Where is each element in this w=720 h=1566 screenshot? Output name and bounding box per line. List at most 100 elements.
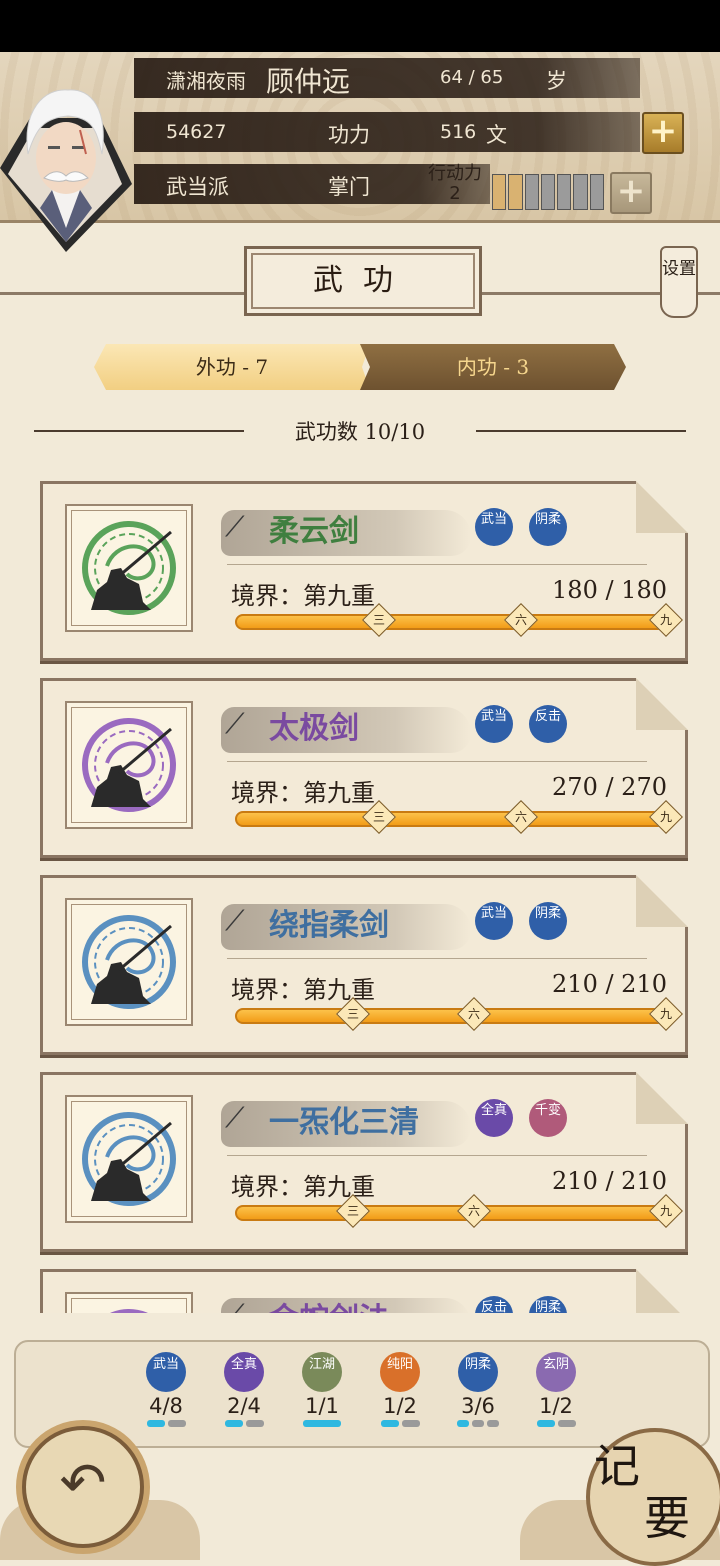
realm-marker: 六	[504, 800, 539, 834]
card-corner-fold	[636, 1269, 688, 1313]
skill-realm: 境界：第九重	[231, 582, 375, 610]
faction-badge-icon: 江湖	[302, 1352, 342, 1392]
sword-icon: ⟋	[225, 1298, 245, 1313]
realm-marker: 六	[456, 1194, 491, 1228]
skill-progress-text: 210 / 210	[552, 970, 667, 998]
skill-tag-badge: 反击	[529, 705, 567, 743]
sword-icon: ⟋	[225, 707, 245, 740]
skill-card[interactable]: ⟋ 绕指柔剑 武当 阴柔 境界：第九重 210 / 210 三六九	[40, 875, 688, 1055]
stamina-segment	[540, 174, 556, 210]
skill-card[interactable]: ⟋ 金蛇剑法 反击阴柔	[40, 1269, 688, 1313]
stamina-segment	[573, 174, 588, 210]
faction-count: 3/6	[461, 1394, 495, 1418]
skill-tag-badge: 武当	[475, 705, 513, 743]
add-action-button[interactable]: +	[610, 172, 652, 214]
faction-pips	[214, 1420, 274, 1427]
sect-name: 武当派	[166, 175, 229, 199]
skill-name: 绕指柔剑	[269, 908, 389, 943]
skill-card[interactable]: ⟋ 一炁化三清 全真 千变 境界：第九重 210 / 210 三六九	[40, 1072, 688, 1252]
stamina-segment	[492, 174, 507, 210]
back-arrow-icon: ↶	[59, 1451, 107, 1516]
faction-pip	[146, 1420, 165, 1427]
status-bar	[0, 0, 720, 52]
skill-tag-badge: 武当	[475, 508, 513, 546]
divider-left	[34, 430, 244, 432]
realm-marker: 六	[504, 603, 539, 637]
add-money-button[interactable]: +	[642, 112, 684, 154]
card-corner-fold	[636, 1072, 688, 1124]
power-label: 功力	[328, 123, 370, 147]
sword-icon: ⟋	[225, 1101, 245, 1134]
faction-item[interactable]: 玄阴 1/2	[526, 1352, 586, 1427]
faction-pip	[245, 1420, 264, 1427]
skill-progress-bar	[235, 614, 667, 630]
skill-name: 太极剑	[269, 711, 359, 746]
card-corner-fold	[636, 678, 688, 730]
skill-emblem-icon	[65, 504, 193, 632]
faction-item[interactable]: 阴柔 3/6	[448, 1352, 508, 1427]
skill-tag-badge: 武当	[475, 902, 513, 940]
age-label: 岁	[546, 69, 567, 93]
skill-emblem-icon	[65, 1292, 193, 1313]
stamina-bar	[492, 174, 604, 210]
action-points: 行动力 2	[420, 164, 490, 204]
skill-tag-badge: 千变	[529, 1099, 567, 1137]
realm-marker: 九	[648, 997, 683, 1031]
memo-button[interactable]: 记 要	[586, 1428, 720, 1566]
card-divider	[227, 1155, 647, 1156]
skill-tag-badge: 阴柔	[529, 902, 567, 940]
faction-pips	[136, 1420, 196, 1427]
faction-pip	[457, 1420, 469, 1427]
faction-pip	[224, 1420, 243, 1427]
skill-list[interactable]: ⟋ 柔云剑 武当 阴柔 境界：第九重 180 / 180 三六九 ⟋ 太极剑 武当 反击 境界：第九重…	[0, 478, 720, 1313]
back-button[interactable]: ↶	[22, 1426, 144, 1548]
skill-name: 柔云剑	[269, 514, 359, 549]
skill-tag-badge: 反击	[475, 1296, 513, 1313]
faction-pip	[303, 1420, 341, 1427]
skill-tag-badge: 阴柔	[529, 508, 567, 546]
skill-progress-text: 180 / 180	[552, 576, 667, 604]
skill-progress-bar	[235, 811, 667, 827]
skill-progress-bar	[235, 1205, 667, 1221]
character-avatar[interactable]	[0, 58, 132, 258]
faction-item[interactable]: 全真 2/4	[214, 1352, 274, 1427]
character-name: 顾仲远	[266, 65, 351, 98]
faction-badge-icon: 阴柔	[458, 1352, 498, 1392]
faction-pips	[448, 1420, 508, 1427]
divider-right	[476, 430, 686, 432]
memo-char-2: 要	[644, 1491, 690, 1545]
sword-icon: ⟋	[225, 904, 245, 937]
tab-outer-skills[interactable]: 外功 - 7	[94, 344, 370, 390]
action-label: 行动力	[428, 163, 482, 184]
faction-badge-icon: 全真	[224, 1352, 264, 1392]
card-divider	[227, 761, 647, 762]
faction-count: 1/1	[305, 1394, 339, 1418]
skill-count: 武功数 10/10	[294, 420, 426, 444]
card-corner-fold	[636, 875, 688, 927]
faction-item[interactable]: 武当 4/8	[136, 1352, 196, 1427]
faction-badge-icon: 纯阳	[380, 1352, 420, 1392]
skill-progress-bar	[235, 1008, 667, 1024]
tab-inner-skills[interactable]: 内功 - 3	[360, 344, 626, 390]
skill-emblem-icon	[65, 1095, 193, 1223]
skill-card[interactable]: ⟋ 柔云剑 武当 阴柔 境界：第九重 180 / 180 三六九	[40, 481, 688, 661]
skill-name: 金蛇剑法	[269, 1294, 389, 1313]
skill-tabs: 外功 - 7 内功 - 3	[94, 344, 626, 392]
action-value: 2	[449, 183, 461, 204]
stamina-segment	[589, 174, 604, 210]
faction-pip	[401, 1420, 420, 1427]
skill-emblem-icon	[65, 701, 193, 829]
faction-item[interactable]: 纯阳 1/2	[370, 1352, 430, 1427]
skill-card[interactable]: ⟋ 太极剑 武当 反击 境界：第九重 270 / 270 三六九	[40, 678, 688, 858]
skill-emblem-icon	[65, 898, 193, 1026]
faction-pip	[557, 1420, 576, 1427]
faction-count: 4/8	[149, 1394, 183, 1418]
page-title: 武功	[244, 246, 482, 316]
faction-summary-bar: 武当 4/8 全真 2/4 江湖 1/1 纯阳 1/2 阴柔 3/6 玄阴 1/2	[14, 1340, 710, 1448]
faction-pips	[292, 1420, 352, 1427]
stamina-segment	[508, 174, 523, 210]
power-value: 54627	[166, 121, 227, 143]
faction-item[interactable]: 江湖 1/1	[292, 1352, 352, 1427]
stamina-segment	[524, 174, 539, 210]
settings-button[interactable]: 设置	[660, 246, 698, 318]
